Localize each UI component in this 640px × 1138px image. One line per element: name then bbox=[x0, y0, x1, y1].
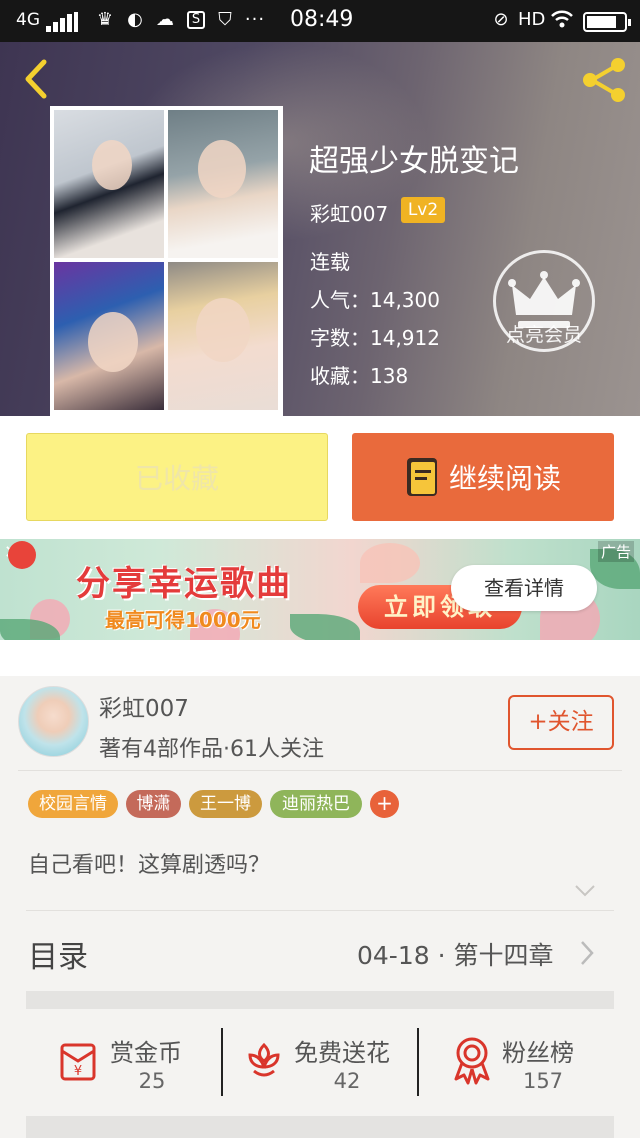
divider bbox=[26, 910, 614, 911]
author-stats: 著有4部作品·61人关注 bbox=[99, 737, 324, 762]
network-type: 4G bbox=[16, 10, 40, 30]
tag-item[interactable]: 迪丽热巴 bbox=[270, 790, 362, 818]
serial-status: 连载 bbox=[310, 250, 350, 274]
share-button[interactable] bbox=[578, 54, 630, 106]
clock: 08:49 bbox=[290, 7, 354, 32]
add-tag-button[interactable]: + bbox=[370, 790, 399, 818]
continue-reading-label: 继续阅读 bbox=[448, 462, 561, 495]
free-flowers-button[interactable]: 免费送花 42 bbox=[240, 1009, 410, 1116]
reward-coins-button[interactable]: ¥ 赏金币 25 bbox=[52, 1009, 202, 1116]
flower-icon bbox=[248, 1042, 280, 1077]
free-flowers-label: 免费送花 bbox=[294, 1039, 390, 1067]
cover-photo bbox=[54, 262, 164, 410]
spacer bbox=[0, 640, 640, 676]
book-header: 超强少女脱变记 彩虹007 Lv2 连载 人气：14,300 字数：14,912… bbox=[0, 42, 640, 416]
book-author[interactable]: 彩虹007 bbox=[310, 198, 388, 227]
ad-banner[interactable]: ✕ 分享幸运歌曲 最高可得1000元 立即领取 查看详情 广告 bbox=[0, 539, 640, 640]
red-envelope-icon: ¥ bbox=[60, 1043, 96, 1081]
popularity: 人气：14,300 bbox=[310, 288, 440, 312]
fan-ranking-count: 157 bbox=[522, 1069, 564, 1093]
crown-notification-icon: ♛ bbox=[96, 9, 114, 30]
wechat-notification-icon: ☁ bbox=[156, 9, 174, 30]
s-notification-icon: S bbox=[187, 11, 205, 29]
collected-label: 已收藏 bbox=[134, 462, 219, 495]
ad-logo-icon bbox=[8, 541, 36, 569]
tag-item[interactable]: 博潇 bbox=[126, 790, 181, 818]
continue-reading-button[interactable]: 继续阅读 bbox=[352, 433, 614, 521]
reward-coins-label: 赏金币 bbox=[110, 1039, 182, 1067]
level-badge: Lv2 bbox=[401, 197, 445, 223]
tag-item[interactable]: 校园言情 bbox=[28, 790, 118, 818]
separator bbox=[417, 1028, 419, 1096]
battery-icon bbox=[583, 12, 631, 32]
divider bbox=[18, 770, 622, 771]
avatar[interactable] bbox=[18, 686, 89, 757]
toc-label[interactable]: 目录 bbox=[28, 932, 88, 976]
shield-notification-icon: ⛉ bbox=[218, 9, 232, 30]
signal-icon bbox=[46, 12, 78, 32]
back-button[interactable] bbox=[16, 56, 56, 102]
cover-photo bbox=[54, 110, 164, 258]
cover-photo bbox=[168, 262, 278, 410]
section-divider bbox=[26, 991, 614, 1009]
separator bbox=[221, 1028, 223, 1096]
ad-subtitle: 最高可得1000元 bbox=[105, 608, 261, 632]
book-icon bbox=[405, 456, 439, 498]
ad-title: 分享幸运歌曲 bbox=[76, 564, 292, 604]
cover-photo bbox=[168, 110, 278, 258]
word-count: 字数：14,912 bbox=[310, 326, 440, 350]
latest-chapter[interactable]: 04-18 · 第十四章 bbox=[357, 936, 554, 972]
vip-label: 点亮会员 bbox=[505, 324, 582, 346]
author-card-name[interactable]: 彩虹007 bbox=[99, 689, 189, 723]
chevron-left-icon bbox=[25, 59, 47, 99]
section-divider bbox=[26, 1116, 614, 1138]
chevron-right-icon[interactable] bbox=[580, 940, 594, 966]
status-bar: 4G ♛ ◐ ☁ S ⛉ ··· 08:49 ⊘ HD bbox=[0, 0, 640, 42]
free-flowers-count: 42 bbox=[333, 1069, 361, 1093]
follow-button[interactable]: +关注 bbox=[508, 695, 614, 750]
wifi-icon bbox=[550, 9, 573, 31]
svg-text:¥: ¥ bbox=[74, 1064, 82, 1079]
hd-indicator: HD bbox=[518, 9, 546, 30]
chevron-down-icon[interactable] bbox=[574, 884, 596, 898]
book-summary: 自己看吧！这算剧透吗？ bbox=[28, 853, 271, 878]
fan-ranking-label: 粉丝榜 bbox=[502, 1039, 574, 1067]
browser-notification-icon: ◐ bbox=[127, 9, 143, 30]
book-title: 超强少女脱变记 bbox=[309, 144, 519, 179]
reward-coins-count: 25 bbox=[138, 1069, 166, 1093]
ad-detail-button[interactable]: 查看详情 bbox=[451, 565, 597, 611]
collected-button[interactable]: 已收藏 bbox=[26, 433, 328, 521]
medal-icon bbox=[454, 1037, 490, 1085]
book-cover[interactable] bbox=[50, 106, 283, 416]
ad-tag: 广告 bbox=[597, 541, 634, 562]
share-icon bbox=[583, 58, 625, 102]
fan-ranking-button[interactable]: 粉丝榜 157 bbox=[446, 1009, 596, 1116]
mute-icon: ⊘ bbox=[493, 9, 509, 30]
tag-item[interactable]: 王一博 bbox=[189, 790, 262, 818]
more-notifications-icon: ··· bbox=[244, 9, 266, 30]
favorites-count: 收藏：138 bbox=[310, 364, 409, 388]
